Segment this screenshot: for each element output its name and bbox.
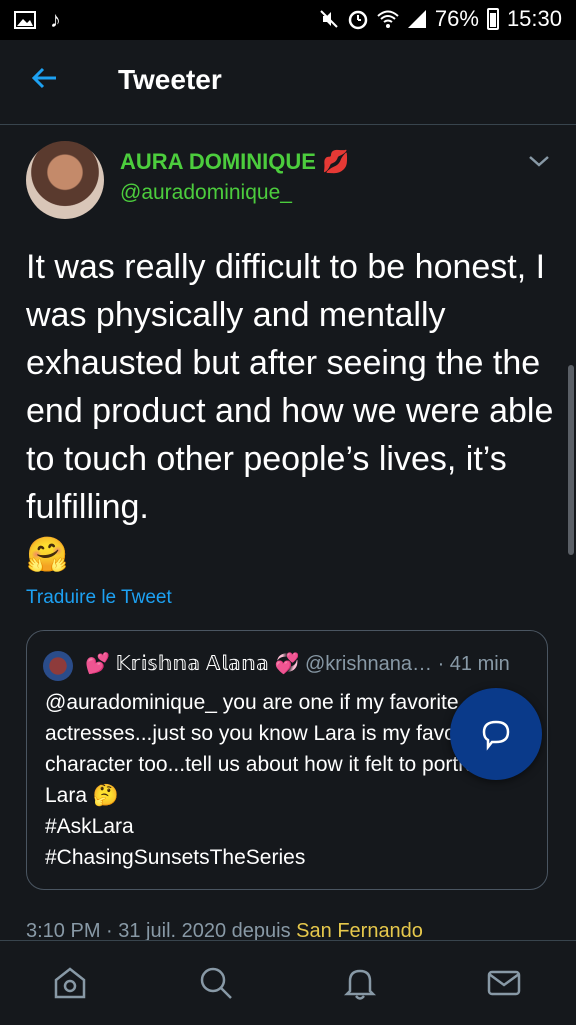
signal-icon xyxy=(407,10,426,28)
thinking-emoji: 🤔 xyxy=(92,784,120,807)
author-avatar[interactable] xyxy=(26,141,104,219)
bottom-nav xyxy=(0,940,576,1025)
tweet-location[interactable]: San Fernando xyxy=(296,920,423,940)
status-bar: ♪ 76% 15:30 xyxy=(0,0,576,40)
image-icon xyxy=(14,11,36,29)
clock: 15:30 xyxy=(506,6,562,31)
back-button[interactable] xyxy=(30,62,70,102)
tweet-body: It was really difficult to be honest, I … xyxy=(26,248,554,526)
author-name-text: AURA DOMINIQUE xyxy=(120,149,316,174)
heart-emoji: 💞 xyxy=(274,653,300,675)
hugging-emoji: 🤗 xyxy=(26,536,69,574)
lips-emoji: 💋 xyxy=(321,149,350,174)
notifications-icon xyxy=(343,969,377,1000)
nav-home[interactable] xyxy=(50,963,90,1003)
author-name[interactable]: AURA DOMINIQUE 💋 xyxy=(120,149,349,175)
top-app-bar: Tweeter xyxy=(0,40,576,125)
quoted-time: · 41 min xyxy=(437,653,510,675)
page-title: Tweeter xyxy=(118,64,222,95)
scrollbar[interactable] xyxy=(568,365,574,555)
quoted-display-name: 𝕂𝕣𝕚𝕤𝕙𝕟𝕒 𝔸𝕝𝕒𝕟𝕒 xyxy=(115,653,269,675)
nav-search[interactable] xyxy=(196,963,236,1003)
alarm-icon xyxy=(348,10,368,30)
reply-icon xyxy=(482,720,510,751)
search-icon xyxy=(200,967,232,999)
tweet-detail: AURA DOMINIQUE 💋 @auradominique_ It was r… xyxy=(0,125,576,940)
wifi-icon xyxy=(377,10,399,28)
tweet-text: It was really difficult to be honest, I … xyxy=(26,243,556,579)
hashtag-chasingsunsets[interactable]: #ChasingSunsetsTheSeries xyxy=(45,846,305,869)
quoted-author: 💕 𝕂𝕣𝕚𝕤𝕙𝕟𝕒 𝔸𝕝𝕒𝕟𝕒 💞 @krishnana… · 41 min xyxy=(85,651,510,676)
messages-icon xyxy=(487,970,521,996)
battery-percent: 76% xyxy=(434,6,479,31)
translate-link[interactable]: Traduire le Tweet xyxy=(26,587,172,609)
quoted-handle: @krishnana… xyxy=(304,653,432,675)
hashtag-asklara[interactable]: #AskLara xyxy=(45,815,134,838)
author-handle[interactable]: @auradominique_ xyxy=(120,181,292,205)
nav-messages[interactable] xyxy=(484,963,524,1003)
home-icon xyxy=(54,967,86,999)
arrow-left-icon xyxy=(31,67,56,89)
nav-notifications[interactable] xyxy=(340,963,380,1003)
battery-icon xyxy=(486,8,499,30)
tweet-timestamp: 3:10 PM · 31 juil. 2020 depuis xyxy=(26,920,291,940)
tweet-meta: 3:10 PM · 31 juil. 2020 depuis San Ferna… xyxy=(26,920,423,940)
chevron-down-icon[interactable] xyxy=(526,151,552,171)
quoted-avatar xyxy=(43,651,73,681)
reply-button[interactable] xyxy=(450,688,542,780)
hearts-emoji: 💕 xyxy=(85,653,110,675)
music-note-icon: ♪ xyxy=(50,7,61,32)
mute-icon xyxy=(320,10,338,28)
